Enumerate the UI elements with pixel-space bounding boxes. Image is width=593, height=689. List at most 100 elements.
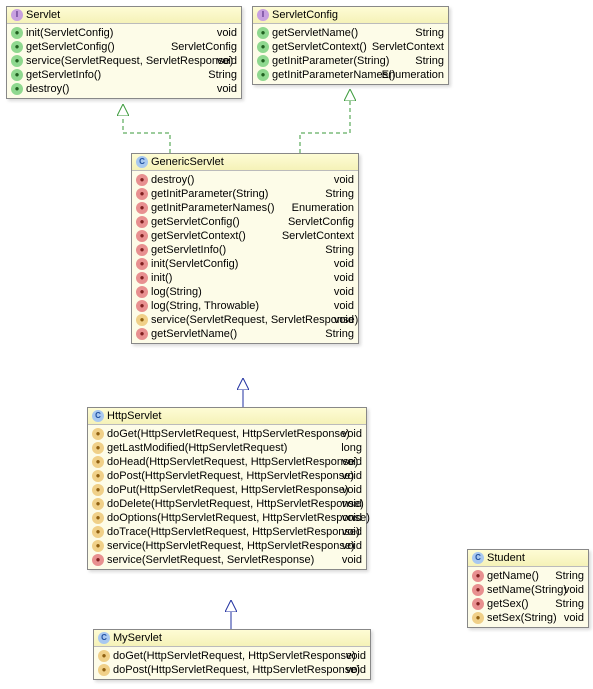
method-row[interactable]: ●getServletName()String — [135, 327, 355, 341]
method-row[interactable]: ●getServletConfig()ServletConfig — [10, 40, 238, 54]
method-signature: doPost(HttpServletRequest, HttpServletRe… — [107, 470, 354, 482]
method-signature: getInitParameter(String) — [151, 188, 268, 200]
class-header: C MyServlet — [94, 630, 370, 647]
method-signature: getName() — [487, 570, 539, 582]
method-row[interactable]: ●getInitParameter(String)String — [256, 54, 445, 68]
return-type: void — [217, 55, 237, 67]
method-row[interactable]: ●setName(String)void — [471, 583, 585, 597]
method-row[interactable]: ●doPost(HttpServletRequest, HttpServletR… — [91, 469, 363, 483]
method-row[interactable]: ●init(ServletConfig)void — [10, 26, 238, 40]
method-icon: ● — [92, 484, 104, 496]
return-type: void — [334, 300, 354, 312]
interface-icon: I — [257, 9, 269, 21]
method-row[interactable]: ●log(String)void — [135, 285, 355, 299]
method-row[interactable]: ●getLastModified(HttpServletRequest)long — [91, 441, 363, 455]
return-type: void — [342, 484, 362, 496]
method-row[interactable]: ●getInitParameterNames()Enumeration — [135, 201, 355, 215]
return-type: ServletConfig — [171, 41, 237, 53]
method-row[interactable]: ●doPost(HttpServletRequest, HttpServletR… — [97, 663, 367, 677]
method-row[interactable]: ●setSex(String) void — [471, 611, 585, 625]
return-type: String — [325, 244, 354, 256]
method-signature: init(ServletConfig) — [151, 258, 238, 270]
return-type: void — [217, 83, 237, 95]
method-row[interactable]: ●getServletContext()ServletContext — [135, 229, 355, 243]
method-row[interactable]: ●log(String, Throwable)void — [135, 299, 355, 313]
method-icon: ● — [472, 612, 484, 624]
return-type: Enumeration — [292, 202, 354, 214]
method-icon: ● — [257, 41, 269, 53]
method-row[interactable]: ●getInitParameterNames()Enumeration — [256, 68, 445, 82]
method-icon: ● — [136, 328, 148, 340]
return-type: void — [342, 526, 362, 538]
method-row[interactable]: ●destroy()void — [10, 82, 238, 96]
method-row[interactable]: ●getServletContext()ServletContext — [256, 40, 445, 54]
method-icon: ● — [472, 598, 484, 610]
method-signature: setSex(String) — [487, 612, 557, 624]
method-signature: getLastModified(HttpServletRequest) — [107, 442, 287, 454]
method-icon: ● — [136, 174, 148, 186]
method-icon: ● — [136, 216, 148, 228]
method-row[interactable]: ●doPut(HttpServletRequest, HttpServletRe… — [91, 483, 363, 497]
method-icon: ● — [92, 456, 104, 468]
return-type: void — [564, 612, 584, 624]
method-row[interactable]: ●doHead(HttpServletRequest, HttpServletR… — [91, 455, 363, 469]
method-icon: ● — [136, 300, 148, 312]
class-icon: C — [92, 410, 104, 422]
return-type: void — [342, 470, 362, 482]
method-row[interactable]: ●destroy()void — [135, 173, 355, 187]
method-signature: destroy() — [26, 83, 69, 95]
class-http-servlet[interactable]: C HttpServlet ●doGet(HttpServletRequest,… — [87, 407, 367, 570]
method-row[interactable]: ●doDelete(HttpServletRequest, HttpServle… — [91, 497, 363, 511]
return-type: void — [342, 456, 362, 468]
method-icon: ● — [11, 27, 23, 39]
return-type: void — [334, 174, 354, 186]
method-row[interactable]: ●doTrace(HttpServletRequest, HttpServlet… — [91, 525, 363, 539]
method-row[interactable]: ●doGet(HttpServletRequest, HttpServletRe… — [91, 427, 363, 441]
method-row[interactable]: ●getServletName()String — [256, 26, 445, 40]
class-generic-servlet[interactable]: C GenericServlet ●destroy()void●getInitP… — [131, 153, 359, 344]
return-type: void — [334, 286, 354, 298]
class-student[interactable]: C Student ●getName()String●setName(Strin… — [467, 549, 589, 628]
method-row[interactable]: ●getServletConfig()ServletConfig — [135, 215, 355, 229]
return-type: void — [342, 512, 362, 524]
method-signature: getServletConfig() — [151, 216, 240, 228]
method-row[interactable]: ●getInitParameter(String)String — [135, 187, 355, 201]
method-row[interactable]: ●service(ServletRequest, ServletResponse… — [10, 54, 238, 68]
method-signature: service(ServletRequest, ServletResponse) — [107, 554, 314, 566]
method-row[interactable]: ●getSex()String — [471, 597, 585, 611]
method-row[interactable]: ●getName()String — [471, 569, 585, 583]
return-type: void — [564, 584, 584, 596]
method-signature: doGet(HttpServletRequest, HttpServletRes… — [113, 650, 356, 662]
method-icon: ● — [257, 27, 269, 39]
return-type: String — [415, 55, 444, 67]
method-row[interactable]: ●doGet(HttpServletRequest, HttpServletRe… — [97, 649, 367, 663]
method-icon: ● — [136, 188, 148, 200]
class-icon: C — [472, 552, 484, 564]
method-row[interactable]: ●getServletInfo()String — [10, 68, 238, 82]
class-servlet[interactable]: I Servlet ●init(ServletConfig)void●getSe… — [6, 6, 242, 99]
method-signature: getInitParameter(String) — [272, 55, 389, 67]
return-type: long — [341, 442, 362, 454]
return-type: Enumeration — [382, 69, 444, 81]
method-icon: ● — [11, 41, 23, 53]
method-icon: ● — [11, 69, 23, 81]
method-row[interactable]: ●init()void — [135, 271, 355, 285]
return-type: void — [334, 272, 354, 284]
method-row[interactable]: ●service(ServletRequest, ServletResponse… — [135, 313, 355, 327]
method-icon: ● — [136, 202, 148, 214]
method-row[interactable]: ●doOptions(HttpServletRequest, HttpServl… — [91, 511, 363, 525]
class-name: ServletConfig — [272, 9, 338, 21]
class-my-servlet[interactable]: C MyServlet ●doGet(HttpServletRequest, H… — [93, 629, 371, 680]
return-type: void — [342, 540, 362, 552]
method-row[interactable]: ●init(ServletConfig)void — [135, 257, 355, 271]
method-icon: ● — [136, 286, 148, 298]
method-row[interactable]: ●getServletInfo()String — [135, 243, 355, 257]
class-servlet-config[interactable]: I ServletConfig ●getServletName()String●… — [252, 6, 449, 85]
method-row[interactable]: ●service(HttpServletRequest, HttpServlet… — [91, 539, 363, 553]
method-row[interactable]: ●service(ServletRequest, ServletResponse… — [91, 553, 363, 567]
method-signature: getServletInfo() — [26, 69, 101, 81]
method-signature: init() — [151, 272, 172, 284]
class-icon: C — [98, 632, 110, 644]
class-name: HttpServlet — [107, 410, 161, 422]
method-icon: ● — [472, 584, 484, 596]
